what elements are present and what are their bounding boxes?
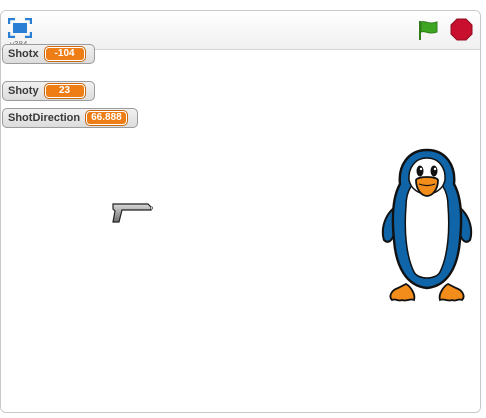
watcher-value: -104 bbox=[44, 47, 85, 61]
watcher-label: Shoty bbox=[8, 85, 39, 97]
penguin-sprite[interactable] bbox=[378, 148, 476, 308]
watcher-value: 23 bbox=[44, 84, 85, 98]
watcher-shoty: Shoty 23 bbox=[2, 81, 95, 101]
watcher-label: ShotDirection bbox=[8, 112, 81, 124]
green-flag-icon[interactable] bbox=[417, 19, 439, 41]
fullscreen-icon[interactable] bbox=[8, 18, 32, 38]
watcher-label: Shotx bbox=[8, 48, 39, 60]
watcher-shotx: Shotx -104 bbox=[2, 44, 95, 64]
watcher-shotdirection: ShotDirection 66.888 bbox=[2, 108, 138, 128]
stop-sign-icon[interactable] bbox=[450, 18, 473, 41]
watcher-value: 66.888 bbox=[86, 111, 127, 125]
gun-sprite[interactable] bbox=[110, 201, 154, 225]
